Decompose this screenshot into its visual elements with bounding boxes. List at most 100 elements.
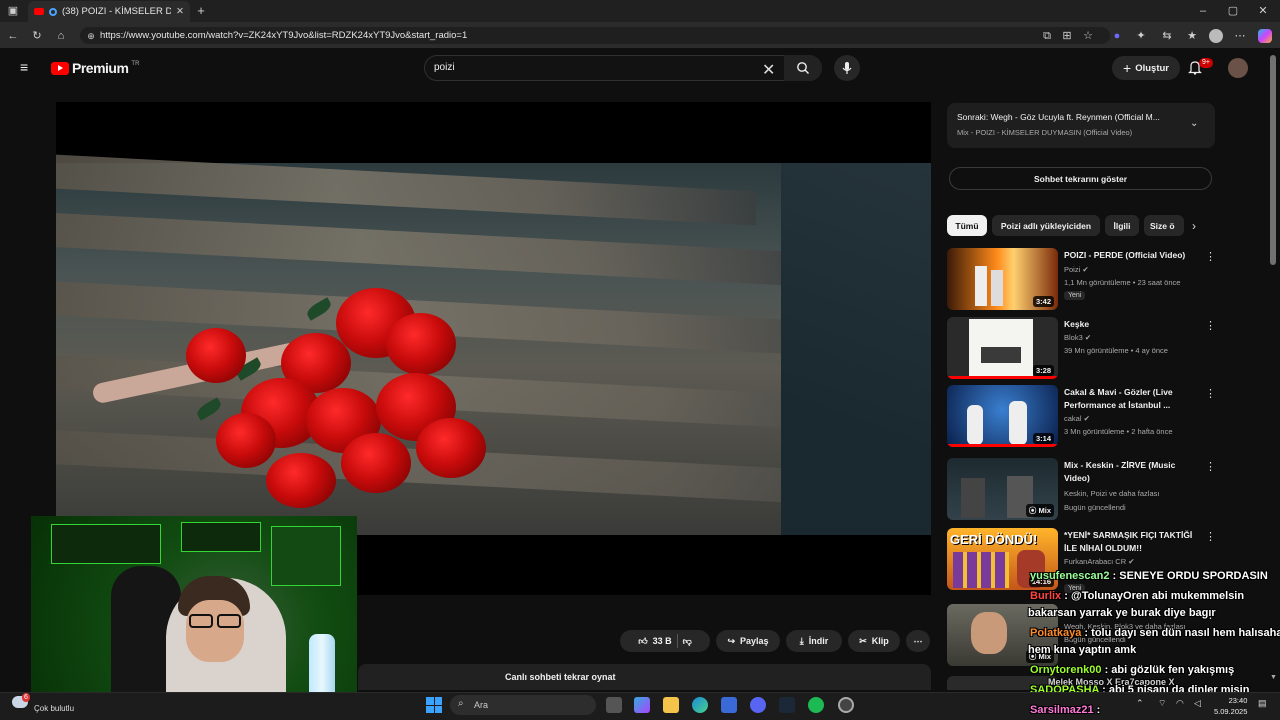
channel-name[interactable]: cakal ✔ [1064, 414, 1090, 423]
thumbs-down-icon[interactable]: 👎︎ [683, 636, 692, 647]
refresh-icon[interactable]: ↻ [30, 29, 44, 43]
tray-chevron-icon[interactable]: ⌃ [1136, 698, 1144, 709]
maximize-icon[interactable]: ▢ [1226, 4, 1240, 18]
create-label: Oluştur [1135, 62, 1169, 74]
more-vertical-icon[interactable]: ⋮ [1205, 319, 1216, 332]
video-thumbnail[interactable]: 3:42 [947, 248, 1058, 310]
recommendation-item[interactable]: 3:14 Cakal & Mavi - Gözler (Live Perform… [947, 385, 1247, 449]
search-input[interactable]: poizi [434, 62, 455, 73]
system-clock[interactable]: 23:40 5.09.2025 [1214, 695, 1247, 717]
steam-icon[interactable] [779, 697, 795, 713]
wifi-icon[interactable]: ◠ [1176, 698, 1184, 709]
start-button[interactable] [426, 697, 442, 713]
browser-tab[interactable]: (38) POIZI - KİMSELER DUYMASIN (Official… [28, 1, 190, 22]
channel-name[interactable]: Keskin, Poizi ve daha fazlası [1064, 489, 1159, 498]
share-label: Paylaş [740, 636, 769, 646]
edge-browser-icon[interactable] [692, 697, 708, 713]
thumbs-up-icon[interactable]: 👍︎ [638, 636, 647, 647]
channel-name[interactable]: Poizi ✔ [1064, 265, 1089, 274]
page-scrollbar[interactable] [1270, 55, 1276, 265]
home-icon[interactable]: ⌂ [54, 29, 68, 43]
extensions-puzzle-icon[interactable]: ✦ [1134, 29, 1148, 43]
split-screen-icon[interactable]: ⇆ [1160, 29, 1174, 43]
video-thumbnail[interactable]: ⦿ Mix [947, 458, 1058, 520]
more-vertical-icon[interactable]: ⋮ [1205, 387, 1216, 400]
channel-name[interactable]: Blok3 ✔ [1064, 333, 1091, 342]
file-explorer-icon[interactable] [663, 697, 679, 713]
more-vertical-icon[interactable]: ⋮ [1205, 460, 1216, 473]
copilot-app-icon[interactable] [634, 697, 650, 713]
recommendation-item[interactable]: ⦿ Mix Mix - Keskin - ZİRVE (Music Video)… [947, 458, 1247, 522]
video-title[interactable]: POIZI - PERDE (Official Video) [1064, 249, 1196, 262]
duration-badge: 3:42 [1032, 296, 1054, 307]
url-text: https://www.youtube.com/watch?v=ZK24xYT9… [100, 30, 468, 41]
minimize-icon[interactable]: – [1196, 4, 1210, 18]
chip-related[interactable]: İlgili [1105, 215, 1139, 236]
video-title[interactable]: Mix - Keskin - ZİRVE (Music Video) [1064, 459, 1196, 485]
video-title[interactable]: *YENİ* SARMAŞIK FIÇI TAKTİĞİ İLE NİHAİ O… [1064, 529, 1196, 555]
notification-center-icon[interactable]: ▤ [1258, 698, 1267, 709]
chat-replay-panel[interactable] [358, 664, 931, 690]
task-view-icon[interactable] [606, 697, 622, 713]
user-avatar[interactable] [1228, 58, 1248, 78]
logo-region: TR [131, 61, 140, 67]
video-meta: 3 Mn görüntüleme • 2 hafta önce [1064, 427, 1173, 436]
share-button[interactable]: ↪ Paylaş [716, 630, 780, 652]
chip-for-you[interactable]: Size ö [1144, 215, 1184, 236]
apps-icon[interactable]: ⊞ [1060, 29, 1074, 43]
microsoft-store-icon[interactable] [721, 697, 737, 713]
video-title[interactable]: Cakal & Mavi - Gözler (Live Performance … [1064, 386, 1196, 412]
spotify-icon[interactable] [808, 697, 824, 713]
favorite-star-icon[interactable]: ☆ [1081, 29, 1095, 43]
back-icon[interactable]: ← [6, 29, 20, 43]
search-icon [797, 62, 809, 74]
video-title[interactable]: Keşke [1064, 318, 1196, 331]
video-thumbnail[interactable]: 3:28 [947, 317, 1058, 379]
discord-icon[interactable] [750, 697, 766, 713]
chevron-right-icon[interactable]: › [1192, 219, 1196, 233]
clear-search-icon[interactable]: ✕ [762, 60, 775, 80]
recommendation-item[interactable]: 3:42 POIZI - PERDE (Official Video) Poiz… [947, 248, 1247, 312]
favorites-icon[interactable]: ★ [1185, 29, 1199, 43]
profile-icon[interactable] [1209, 29, 1223, 43]
close-tab-icon[interactable]: ✕ [176, 6, 184, 17]
show-chat-replay-button[interactable]: Sohbet tekrarını göster [949, 167, 1212, 190]
site-info-icon[interactable]: ⊕ [84, 29, 98, 43]
create-button[interactable]: + Oluştur [1112, 56, 1180, 80]
chip-from-uploader[interactable]: Poizi adlı yükleyiciden [992, 215, 1100, 236]
copilot-icon[interactable] [1258, 29, 1272, 43]
more-actions-button[interactable]: ⋯ [906, 630, 930, 652]
tab-title: (38) POIZI - KİMSELER DUYMASIN (Official… [62, 6, 172, 17]
channel-name[interactable]: FurkanArabacı CR ✔ [1064, 557, 1135, 566]
volume-icon[interactable]: ◁ [1194, 698, 1201, 709]
youtube-favicon-icon [34, 8, 44, 15]
scroll-down-icon[interactable]: ▼ [1270, 674, 1277, 681]
new-tab-button[interactable]: + [194, 4, 208, 18]
youtube-play-icon [51, 61, 69, 75]
download-icon: ⤓ [799, 635, 804, 646]
more-vertical-icon[interactable]: ⋮ [1205, 250, 1216, 263]
tab-actions-icon[interactable]: ▣ [6, 4, 20, 18]
chevron-down-icon[interactable]: ⌄ [1190, 118, 1198, 129]
url-field[interactable]: https://www.youtube.com/watch?v=ZK24xYT9… [80, 27, 1110, 44]
recommendation-item[interactable]: 3:28 Keşke Blok3 ✔ 39 Mn görüntüleme • 4… [947, 317, 1247, 381]
more-vertical-icon[interactable]: ⋮ [1205, 530, 1216, 543]
search-button[interactable] [784, 55, 822, 81]
like-dislike-group[interactable]: 👍︎ 33 B 👎︎ [620, 630, 710, 652]
network-icon[interactable]: ⌔ [1158, 698, 1166, 709]
more-menu-icon[interactable]: ⋯ [1233, 29, 1247, 43]
chip-all[interactable]: Tümü [947, 215, 987, 236]
voice-search-button[interactable] [834, 55, 860, 81]
hamburger-menu-icon[interactable]: ≡ [20, 60, 34, 74]
translate-icon[interactable]: ⧉ [1040, 29, 1054, 43]
youtube-premium-logo[interactable]: Premium TR [51, 60, 139, 76]
logo-text: Premium [72, 60, 129, 76]
obs-icon[interactable] [838, 697, 854, 713]
taskbar-search[interactable]: ⌕ Ara [450, 695, 596, 715]
up-next-box[interactable] [947, 103, 1215, 148]
video-thumbnail[interactable]: 3:14 [947, 385, 1058, 447]
extension-icon[interactable]: ● [1110, 29, 1124, 43]
close-window-icon[interactable]: ✕ [1256, 4, 1270, 18]
download-button[interactable]: ⤓ İndir [786, 630, 842, 652]
clip-button[interactable]: ✂ Klip [848, 630, 900, 652]
